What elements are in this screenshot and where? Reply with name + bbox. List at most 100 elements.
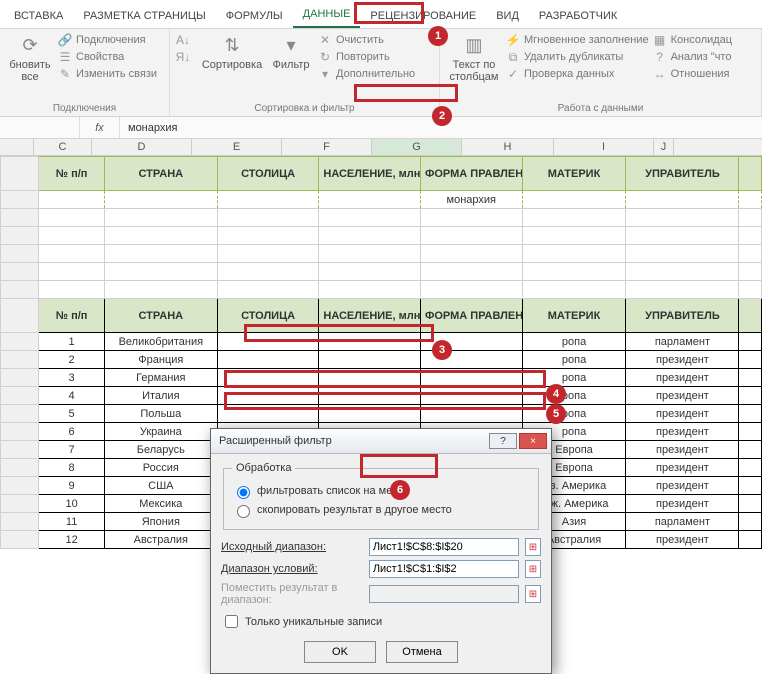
cell[interactable]	[626, 227, 739, 245]
cell[interactable]	[739, 513, 762, 531]
cell[interactable]	[626, 209, 739, 227]
ribbon-tab[interactable]: ВИД	[486, 6, 529, 28]
cell[interactable]	[319, 227, 421, 245]
column-header[interactable]: I	[554, 139, 654, 155]
list-range-input[interactable]	[369, 538, 519, 556]
cell[interactable]	[104, 281, 217, 299]
cell[interactable]: № п/п	[39, 299, 104, 333]
cell[interactable]: президент	[626, 351, 739, 369]
cell[interactable]: Германия	[104, 369, 217, 387]
cell[interactable]	[420, 227, 522, 245]
cell[interactable]	[104, 227, 217, 245]
cell[interactable]	[420, 387, 522, 405]
cell[interactable]	[626, 245, 739, 263]
cell[interactable]	[39, 209, 104, 227]
cell[interactable]	[420, 245, 522, 263]
column-header[interactable]: D	[92, 139, 192, 155]
cell[interactable]	[319, 191, 421, 209]
cell[interactable]: Италия	[104, 387, 217, 405]
cell[interactable]: НАСЕЛЕНИЕ, млн	[319, 157, 421, 191]
cell[interactable]	[626, 281, 739, 299]
cell[interactable]: № п/п	[39, 157, 104, 191]
edit-links-button[interactable]: ✎Изменить связи	[58, 67, 157, 81]
sort-asc-button[interactable]: A↓	[176, 33, 196, 47]
cell[interactable]	[739, 459, 762, 477]
refresh-all-button[interactable]: ⟳ бновить все	[6, 33, 54, 83]
unique-checkbox[interactable]	[225, 615, 238, 628]
cell[interactable]	[104, 191, 217, 209]
cell[interactable]	[420, 333, 522, 351]
cell[interactable]: парламент	[626, 513, 739, 531]
radio-copy-to[interactable]: скопировать результат в другое место	[232, 502, 530, 518]
cell[interactable]	[319, 369, 421, 387]
cell[interactable]	[739, 191, 762, 209]
cell[interactable]: Франция	[104, 351, 217, 369]
cell[interactable]	[626, 191, 739, 209]
ribbon-tab[interactable]: РЕЦЕНЗИРОВАНИЕ	[360, 6, 486, 28]
connections-button[interactable]: 🔗Подключения	[58, 33, 157, 47]
cell[interactable]	[739, 227, 762, 245]
data-validation-button[interactable]: ✓Проверка данных	[506, 67, 649, 81]
cell[interactable]	[217, 191, 319, 209]
radio-copy-input[interactable]	[237, 505, 250, 518]
cell[interactable]: 6	[39, 423, 104, 441]
cell[interactable]	[39, 227, 104, 245]
relationships-button[interactable]: ↔Отношения	[653, 67, 733, 81]
dialog-close-button[interactable]: ×	[519, 433, 547, 449]
cell[interactable]: НАСЕЛЕНИЕ, млн	[319, 299, 421, 333]
cell[interactable]	[319, 351, 421, 369]
cell[interactable]	[217, 227, 319, 245]
cell[interactable]: Мексика	[104, 495, 217, 513]
worksheet[interactable]: № п/пСТРАНАСТОЛИЦАНАСЕЛЕНИЕ, млнФОРМА ПР…	[0, 156, 762, 549]
flash-fill-button[interactable]: ⚡Мгновенное заполнение	[506, 33, 649, 47]
cell[interactable]	[319, 405, 421, 423]
cell[interactable]: ФОРМА ПРАВЛЕНИЯ	[420, 299, 522, 333]
cell[interactable]: СТОЛИЦА	[217, 299, 319, 333]
ribbon-tab[interactable]: РАЗРАБОТЧИК	[529, 6, 627, 28]
cell[interactable]: США	[104, 477, 217, 495]
column-header[interactable]: C	[34, 139, 92, 155]
cell[interactable]: ропа	[522, 387, 626, 405]
cell[interactable]: 5	[39, 405, 104, 423]
cell[interactable]	[522, 263, 626, 281]
radio-filter-in-place[interactable]: фильтровать список на месте	[232, 483, 530, 499]
cell[interactable]	[39, 245, 104, 263]
radio-in-place-input[interactable]	[237, 486, 250, 499]
cell[interactable]: СТРАНА	[104, 299, 217, 333]
cell[interactable]: 7	[39, 441, 104, 459]
cell[interactable]: президент	[626, 441, 739, 459]
cell[interactable]	[739, 369, 762, 387]
cell[interactable]: президент	[626, 477, 739, 495]
cell[interactable]: СТРАНА	[104, 157, 217, 191]
column-header[interactable]: G	[372, 139, 462, 155]
cell[interactable]	[739, 441, 762, 459]
cell[interactable]	[319, 387, 421, 405]
dialog-titlebar[interactable]: Расширенный фильтр ? ×	[211, 429, 551, 454]
cell[interactable]	[522, 209, 626, 227]
cell[interactable]	[739, 263, 762, 281]
cell[interactable]	[522, 227, 626, 245]
cell[interactable]	[420, 405, 522, 423]
cell[interactable]	[319, 281, 421, 299]
consolidate-button[interactable]: ▦Консолидац	[653, 33, 733, 47]
cell[interactable]	[739, 351, 762, 369]
cell[interactable]	[420, 209, 522, 227]
cell[interactable]: 9	[39, 477, 104, 495]
ok-button[interactable]: OK	[304, 641, 376, 663]
column-header[interactable]: J	[654, 139, 674, 155]
cell[interactable]: 1	[39, 333, 104, 351]
column-header[interactable]: F	[282, 139, 372, 155]
cell[interactable]	[420, 369, 522, 387]
ribbon-tab[interactable]: РАЗМЕТКА СТРАНИЦЫ	[73, 6, 215, 28]
cell[interactable]	[739, 157, 762, 191]
cancel-button[interactable]: Отмена	[386, 641, 458, 663]
range-picker-button[interactable]: ⊞	[525, 560, 541, 578]
cell[interactable]: 11	[39, 513, 104, 531]
cell[interactable]	[739, 387, 762, 405]
cell[interactable]	[217, 369, 319, 387]
cell[interactable]: президент	[626, 531, 739, 549]
cell[interactable]: ропа	[522, 405, 626, 423]
cell[interactable]: Япония	[104, 513, 217, 531]
cell[interactable]	[217, 209, 319, 227]
cell[interactable]: УПРАВИТЕЛЬ	[626, 299, 739, 333]
